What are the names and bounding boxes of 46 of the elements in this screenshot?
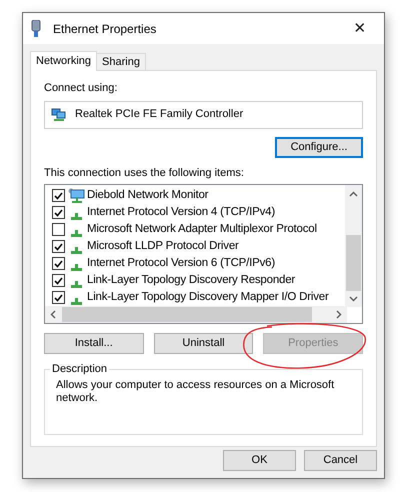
scroll-up-icon[interactable] bbox=[349, 191, 358, 197]
checkbox[interactable] bbox=[52, 291, 65, 304]
protocol-icon bbox=[71, 281, 82, 288]
checkbox[interactable] bbox=[52, 223, 65, 236]
item-label[interactable]: Microsoft LLDP Protocol Driver bbox=[87, 238, 239, 256]
item-label[interactable]: Link-Layer Topology Discovery Mapper I/O Driver bbox=[87, 288, 329, 306]
scroll-down-icon[interactable] bbox=[349, 296, 358, 302]
connect-using-label: Connect using: bbox=[44, 81, 118, 96]
checkbox[interactable] bbox=[52, 257, 65, 270]
checkbox[interactable] bbox=[52, 189, 65, 202]
item-label[interactable]: Internet Protocol Version 6 (TCP/IPv6) bbox=[87, 254, 275, 272]
tab[interactable]: Sharing bbox=[96, 53, 146, 70]
vertical-scrollbar[interactable] bbox=[345, 185, 362, 307]
scroll-thumb[interactable] bbox=[346, 235, 361, 291]
plug-icon bbox=[31, 20, 41, 38]
scroll-thumb[interactable] bbox=[62, 307, 312, 322]
protocol-icon bbox=[71, 213, 82, 220]
scroll-right-icon[interactable] bbox=[336, 310, 342, 319]
button[interactable]: Cancel bbox=[304, 450, 377, 471]
scroll-left-icon[interactable] bbox=[50, 310, 56, 319]
button[interactable]: Install... bbox=[44, 333, 144, 354]
protocol-icon bbox=[71, 298, 82, 305]
adapter-name: Realtek PCIe FE Family Controller bbox=[75, 107, 244, 122]
protocol-icon bbox=[71, 247, 82, 254]
network-adapter-icon bbox=[51, 108, 67, 122]
horizontal-scrollbar[interactable] bbox=[45, 306, 347, 323]
button[interactable]: OK bbox=[223, 450, 296, 471]
button: Properties bbox=[263, 333, 363, 354]
close-button[interactable]: ✕ bbox=[344, 16, 376, 40]
description-title: Description bbox=[50, 361, 110, 378]
item-label[interactable]: Link-Layer Topology Discovery Responder bbox=[87, 272, 296, 290]
network-monitor-icon bbox=[68, 188, 85, 204]
item-label[interactable]: Internet Protocol Version 4 (TCP/IPv4) bbox=[87, 204, 275, 222]
checkbox[interactable] bbox=[52, 206, 65, 219]
items-label: This connection uses the following items: bbox=[44, 166, 245, 180]
description-text: Allows your computer to access resources on a Microsoft network. bbox=[56, 379, 336, 405]
item-label[interactable]: Microsoft Network Adapter Multiplexor Protocol bbox=[87, 220, 317, 238]
checkbox[interactable] bbox=[52, 274, 65, 287]
item-label[interactable]: Diebold Network Monitor bbox=[87, 187, 208, 204]
configure-button[interactable]: Configure... bbox=[275, 136, 363, 158]
button[interactable]: Uninstall bbox=[154, 333, 254, 354]
window-title: Ethernet Properties bbox=[53, 20, 156, 38]
protocol-icon bbox=[71, 264, 82, 271]
checkbox[interactable] bbox=[52, 240, 65, 253]
protocol-icon bbox=[71, 230, 82, 237]
tab[interactable]: Networking bbox=[30, 51, 98, 71]
